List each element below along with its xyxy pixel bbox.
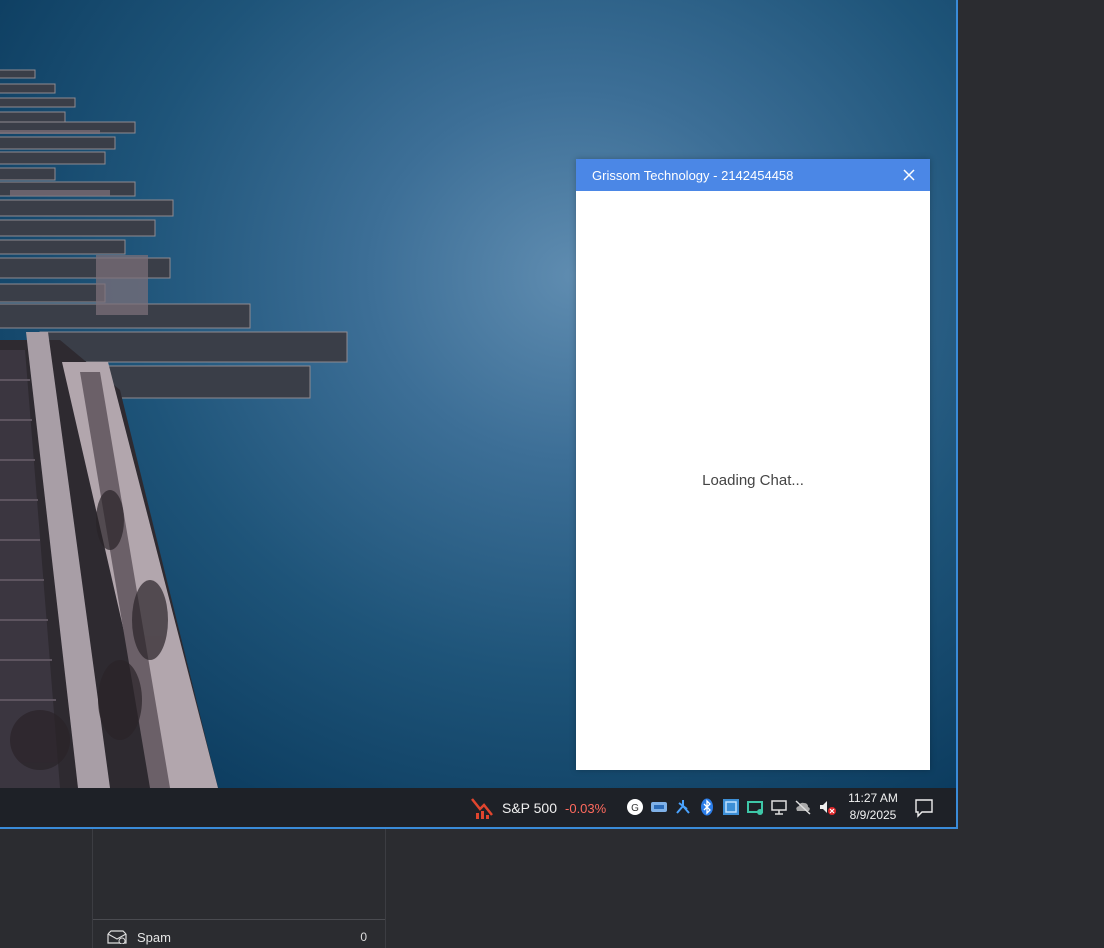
- ticker-change: -0.03%: [565, 800, 607, 816]
- onedrive-icon[interactable]: [650, 798, 668, 816]
- remote-taskbar: S&P 500 -0.03% G 11:27 AM 8/9/2025: [0, 788, 956, 827]
- display-icon[interactable]: [770, 798, 788, 816]
- bluetooth-icon[interactable]: [698, 798, 716, 816]
- cloud-offline-icon[interactable]: [794, 798, 812, 816]
- svg-text:G: G: [631, 803, 639, 814]
- folder-item-spam[interactable]: Spam 0: [93, 926, 385, 948]
- folder-label: Spam: [137, 929, 171, 945]
- chat-title: Grissom Technology - 2142454458: [592, 167, 794, 183]
- chat-window[interactable]: Grissom Technology - 2142454458 Loading …: [576, 159, 930, 770]
- folder-count: 0: [360, 930, 367, 944]
- clock-time: 11:27 AM: [848, 791, 898, 805]
- mail-folder-pane: Spam 0: [92, 828, 386, 948]
- remote-app-icon[interactable]: [722, 798, 740, 816]
- chat-loading-text: Loading Chat...: [702, 472, 804, 489]
- notification-center-icon[interactable]: [914, 798, 934, 823]
- clock-date: 8/9/2025: [849, 808, 897, 822]
- ticker-name: S&P 500: [502, 800, 558, 816]
- chat-header: Grissom Technology - 2142454458: [576, 159, 930, 191]
- stock-ticker-widget[interactable]: S&P 500 -0.03%: [470, 796, 606, 820]
- vpn-icon[interactable]: [746, 798, 764, 816]
- grammarly-icon[interactable]: G: [626, 798, 644, 816]
- folder-divider: [93, 919, 385, 920]
- stock-chart-icon: [471, 798, 493, 819]
- volume-muted-icon[interactable]: [818, 798, 836, 816]
- taskbar-clock[interactable]: 11:27 AM 8/9/2025: [842, 790, 904, 824]
- network-app-icon[interactable]: [674, 798, 692, 816]
- close-icon[interactable]: [902, 168, 916, 182]
- system-tray: G: [626, 798, 836, 816]
- spam-folder-icon: [107, 930, 127, 944]
